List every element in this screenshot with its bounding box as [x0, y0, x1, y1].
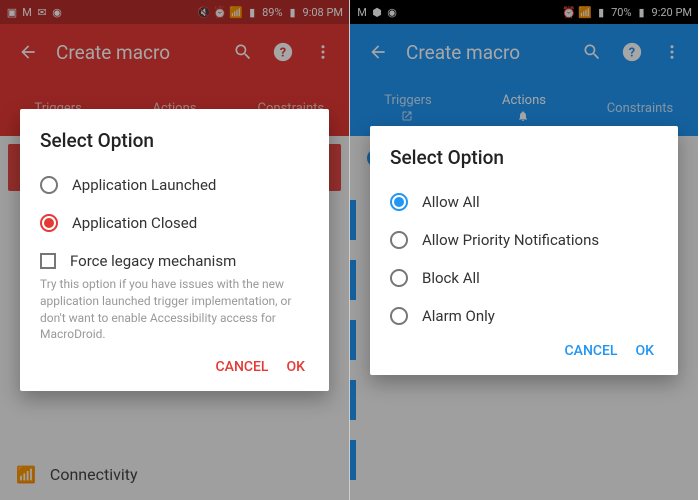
cancel-button[interactable]: CANCEL: [216, 359, 269, 375]
select-option-dialog: Select Option Application Launched Appli…: [20, 109, 329, 391]
radio-application-launched[interactable]: Application Launched: [40, 166, 309, 204]
radio-icon: [40, 214, 58, 232]
right-phone-screen: M ⬢ ◉ ⏰ 📶 ▮ 70% ▮ 9:20 PM Create macro ?: [349, 0, 698, 500]
radio-icon: [390, 307, 408, 325]
radio-alarm-only[interactable]: Alarm Only: [390, 297, 658, 335]
radio-icon: [390, 231, 408, 249]
checkbox-icon: [40, 253, 56, 269]
left-phone-screen: ▣ M ✉ ◉ 🔇 ⏰ 📶 ▮ 89% ▮ 9:08 PM Create mac…: [0, 0, 349, 500]
dialog-title: Select Option: [390, 146, 658, 169]
radio-icon: [390, 269, 408, 287]
cancel-button[interactable]: CANCEL: [565, 343, 618, 359]
ok-button[interactable]: OK: [636, 343, 655, 359]
checkbox-force-legacy[interactable]: Force legacy mechanism: [40, 242, 309, 276]
hint-text: Try this option if you have issues with …: [40, 276, 309, 343]
radio-icon: [40, 176, 58, 194]
radio-application-closed[interactable]: Application Closed: [40, 204, 309, 242]
dialog-title: Select Option: [40, 129, 309, 152]
dialog-overlay: Select Option Allow All Allow Priority N…: [350, 0, 698, 500]
radio-icon: [390, 193, 408, 211]
radio-block-all[interactable]: Block All: [390, 259, 658, 297]
radio-allow-all[interactable]: Allow All: [390, 183, 658, 221]
dialog-overlay: Select Option Application Launched Appli…: [0, 0, 349, 500]
ok-button[interactable]: OK: [287, 359, 306, 375]
select-option-dialog: Select Option Allow All Allow Priority N…: [370, 126, 678, 375]
radio-allow-priority[interactable]: Allow Priority Notifications: [390, 221, 658, 259]
